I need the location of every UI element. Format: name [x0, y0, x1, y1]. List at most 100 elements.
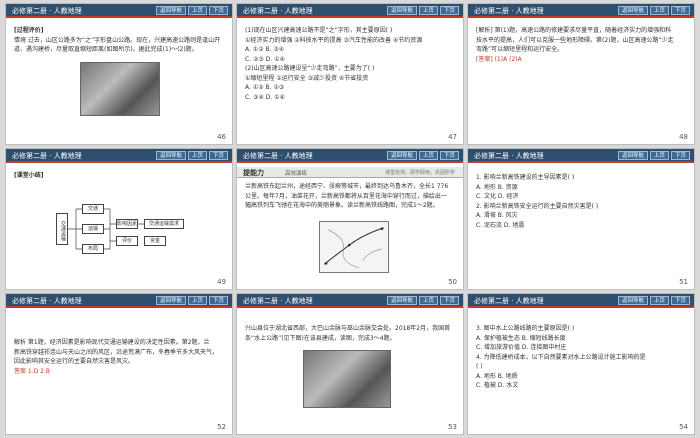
nav-buttons: 返回导航 上页 下页: [386, 6, 459, 15]
back-button[interactable]: 返回导航: [617, 296, 648, 305]
concept-node: 交通: [82, 204, 104, 214]
slide-header: 必修第二册 · 人教地理 返回导航 上页 下页: [468, 294, 694, 308]
slide-body: (1)现在山区兴建高速公路不是“之”字形，其主要原因( ) ①经济实力的增强 ②…: [245, 26, 455, 130]
text-line: 兴山县位于湖北省西部，大巴山余脉与巫山余脉交会处。2018年2月，我国首: [245, 325, 451, 332]
slide-header: 必修第二册 · 人教地理 返回导航 上页 下页: [237, 4, 463, 18]
option-line: C. 泥石流 D. 地震: [476, 221, 525, 229]
slide-49[interactable]: 必修第二册 · 人教地理 返回导航 上页 下页 [课堂小结] 交通运输 交通 运…: [5, 148, 233, 290]
option-line: C. ③④ D. ①④: [245, 93, 285, 101]
water-highway-photo: [303, 350, 391, 408]
section-tag: [过程评价]: [14, 27, 44, 34]
slide-body: 解析 第1题，经济因素是影响现代交通运输建设的决定性因素。第2题，兰 新高铁穿越…: [14, 338, 224, 420]
text-line: 情境 过去，山区公路多为“之”字形盘山公路。现在，兴建高速公路则是逢山开: [14, 36, 221, 44]
slide-52[interactable]: 必修第二册 · 人教地理 返回导航 上页 下页 解析 第1题，经济因素是影响现代…: [5, 293, 233, 435]
next-button[interactable]: 下页: [670, 296, 690, 305]
text-line: 公里。每年7月，油菜花开，兰新高铁都将从百里花海中穿行而过，描绘出一: [245, 192, 447, 200]
page-number: 51: [679, 278, 688, 286]
prev-button[interactable]: 上页: [649, 151, 669, 160]
concept-node: 影响因素: [116, 219, 138, 229]
slide-51[interactable]: 必修第二册 · 人教地理 返回导航 上页 下页 1. 影响兰新高铁建设的主导因素…: [467, 148, 695, 290]
back-button[interactable]: 返回导航: [617, 151, 648, 160]
option-line: C. 文化 D. 经济: [476, 193, 519, 200]
slide-54[interactable]: 必修第二册 · 人教地理 返回导航 上页 下页 3. 图中水上公路线路的主要原因…: [467, 293, 695, 435]
back-button[interactable]: 返回导航: [386, 6, 417, 15]
back-button[interactable]: 返回导航: [617, 6, 648, 15]
page-number: 48: [679, 133, 688, 141]
back-button[interactable]: 返回导航: [155, 296, 186, 305]
slide-title: 必修第二册 · 人教地理: [12, 297, 82, 305]
next-button[interactable]: 下页: [208, 296, 228, 305]
next-button[interactable]: 下页: [670, 6, 690, 15]
prev-button[interactable]: 上页: [187, 296, 207, 305]
next-button[interactable]: 下页: [208, 151, 228, 160]
next-button[interactable]: 下页: [670, 151, 690, 160]
next-button[interactable]: 下页: [439, 151, 459, 160]
text-line: 幅高铁列车飞驰在花海中的美丽景象。读兰新高铁线路图，完成1～2题。: [245, 202, 439, 209]
prev-button[interactable]: 上页: [418, 151, 438, 160]
question-line: (2)山区高速公路建设呈“少走弯路”，主要为了( ): [245, 65, 375, 72]
prev-button[interactable]: 上页: [187, 6, 207, 15]
concept-map-connectors: [68, 208, 144, 250]
concept-node: 交通运输需求: [144, 219, 184, 229]
option-line: ①缩短里程 ②运行安全 ③减少投资 ④节省投资: [245, 74, 369, 82]
concept-node: 资金: [144, 236, 166, 246]
concept-root: 交通运输: [56, 213, 68, 245]
question-line: 1. 影响兰新高铁建设的主导因素是( ): [476, 174, 575, 181]
banner-tip: 课堂检测，即学即用，巩固所学: [384, 170, 455, 176]
next-button[interactable]: 下页: [208, 6, 228, 15]
page-number: 49: [217, 278, 226, 286]
slide-50[interactable]: 必修第二册 · 人教地理 返回导航 上页 下页 提能力 高效演练 课堂检测，即学…: [236, 148, 464, 290]
back-button[interactable]: 返回导航: [386, 151, 417, 160]
slide-47[interactable]: 必修第二册 · 人教地理 返回导航 上页 下页 (1)现在山区兴建高速公路不是“…: [236, 3, 464, 145]
nav-buttons: 返回导航 上页 下页: [155, 6, 228, 15]
next-button[interactable]: 下页: [439, 6, 459, 15]
option-line: C. 植被 D. 水文: [476, 382, 519, 389]
nav-buttons: 返回导航 上页 下页: [386, 296, 459, 305]
nav-buttons: 返回导航 上页 下页: [155, 296, 228, 305]
prev-button[interactable]: 上页: [418, 6, 438, 15]
prev-button[interactable]: 上页: [187, 151, 207, 160]
next-button[interactable]: 下页: [439, 296, 459, 305]
question-line: ( ): [476, 363, 483, 370]
slide-header: 必修第二册 · 人教地理 返回导航 上页 下页: [468, 4, 694, 18]
nav-buttons: 返回导航 上页 下页: [617, 151, 690, 160]
back-button[interactable]: 返回导航: [155, 6, 186, 15]
option-line: ①经济实力的增强 ②科技水平的提高 ③汽车性能的改善 ④节约资源: [245, 36, 423, 44]
option-line: A. ①② B. ②③: [245, 84, 285, 91]
slide-46[interactable]: 必修第二册 · 人教地理 返回导航 上页 下页 [过程评价] 情境 过去，山区公…: [5, 3, 233, 145]
prev-button[interactable]: 上页: [418, 296, 438, 305]
analysis-line: 解析 第1题，经济因素是影响现代交通运输建设的决定性因素。第2题，兰: [14, 339, 210, 346]
slide-title: 必修第二册 · 人教地理: [243, 7, 313, 15]
railway-route-map: [319, 221, 389, 273]
back-button[interactable]: 返回导航: [155, 151, 186, 160]
slide-header: 必修第二册 · 人教地理 返回导航 上页 下页: [6, 4, 232, 18]
slide-48[interactable]: 必修第二册 · 人教地理 返回导航 上页 下页 [解析] 第(1)题，高速公路的…: [467, 3, 695, 145]
option-line: C. ②③ D. ①④: [245, 55, 285, 63]
analysis-line: [解析] 第(1)题，高速公路的修建要求尽量平直，随着经济实力的增强和科: [476, 27, 672, 34]
section-tag: [课堂小结]: [14, 172, 44, 179]
prev-button[interactable]: 上页: [649, 6, 669, 15]
slide-53[interactable]: 必修第二册 · 人教地理 返回导航 上页 下页 兴山县位于湖北省西部，大巴山余脉…: [236, 293, 464, 435]
prev-button[interactable]: 上页: [649, 296, 669, 305]
nav-buttons: 返回导航 上页 下页: [617, 296, 690, 305]
slide-title: 必修第二册 · 人教地理: [474, 7, 544, 15]
nav-buttons: 返回导航 上页 下页: [386, 151, 459, 160]
map-lines: [323, 227, 384, 269]
banner-subtitle: 高效演练: [285, 171, 308, 177]
highway-bridge-photo: [80, 62, 160, 116]
slide-title: 必修第二册 · 人教地理: [474, 297, 544, 305]
back-button[interactable]: 返回导航: [386, 296, 417, 305]
text-line: 兰新高铁东起兰州，途经西宁、张掖等城市，最终到达乌鲁木齐，全长1 776: [245, 183, 449, 190]
option-line: A. 滑坡 B. 风灾: [476, 212, 518, 219]
banner-title: 提能力: [243, 169, 264, 177]
page-number: 46: [217, 133, 226, 141]
analysis-line: 技水平的提高，人们可以克服一些地形障碍。第(2)题，山区高速公路“少走: [476, 36, 674, 44]
slide-body: 1. 影响兰新高铁建设的主导因素是( ) A. 地形 B. 资源 C. 文化 D…: [476, 173, 686, 275]
page-number: 53: [448, 423, 457, 431]
option-line: A. 保护植被生态 B. 缩短线路长度: [476, 334, 566, 342]
option-line: A. 地形 B. 资源: [476, 183, 518, 191]
question-line: 3. 图中水上公路线路的主要原因是( ): [476, 325, 575, 332]
slide-body: [解析] 第(1)题，高速公路的修建要求尽量平直，随着经济实力的增强和科 技水平…: [476, 26, 686, 130]
concept-map: 交通运输 交通 运输 布局 影响因素 评价 交通运输需求 资金: [56, 199, 186, 259]
page-number: 47: [448, 133, 457, 141]
